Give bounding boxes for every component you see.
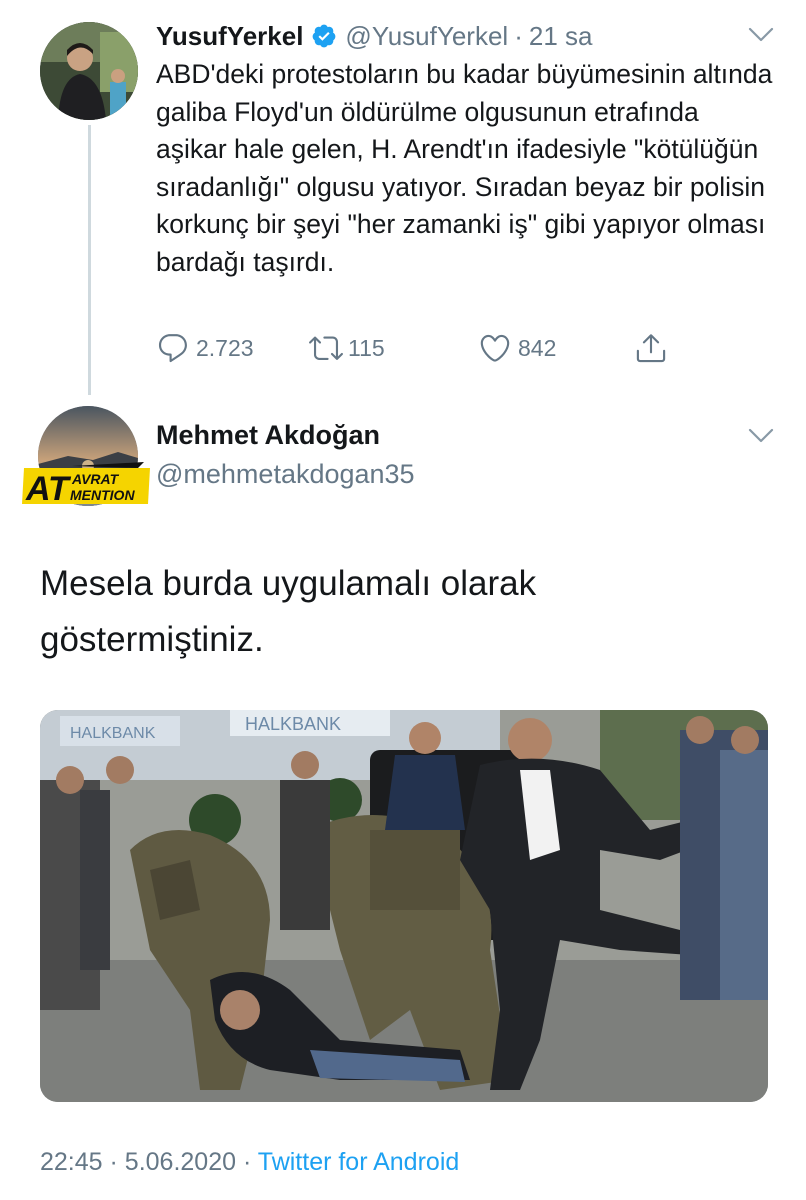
reply-author-handle[interactable]: @YusufYerkel <box>345 21 508 52</box>
svg-text:AT: AT <box>25 470 72 508</box>
separator-dot: · <box>109 1148 125 1176</box>
retweet-icon <box>309 336 343 360</box>
share-icon <box>636 334 666 363</box>
tweet-time[interactable]: 22:45 <box>40 1148 103 1176</box>
sign-halkbank-right: HALKBANK <box>245 714 341 734</box>
avatar-photo <box>40 22 138 120</box>
reply-author-name[interactable]: YusufYerkel <box>156 21 303 52</box>
separator-dot: · <box>242 1148 258 1176</box>
tweet-media-photo[interactable]: HALKBANK HALKBANK <box>40 710 768 1102</box>
street-scene-photo: HALKBANK HALKBANK <box>40 710 768 1102</box>
separator-dot: · <box>514 20 523 51</box>
tweet-date[interactable]: 5.06.2020 <box>125 1148 236 1176</box>
reply-icon <box>158 334 187 363</box>
thread-connector-line <box>88 125 91 395</box>
heart-icon <box>480 334 510 362</box>
svg-text:AVRAT: AVRAT <box>71 471 120 487</box>
reply-tweet-header: YusufYerkel @YusufYerkel · 21 sa <box>156 18 766 54</box>
reply-tweet-text: ABD'deki protestoların bu kadar büyümesi… <box>156 59 773 277</box>
verified-badge-icon <box>313 24 336 48</box>
reply-button[interactable]: 2.723 <box>156 330 254 366</box>
avatar-yusufyerkel[interactable] <box>40 22 138 120</box>
reply-action-bar: 2.723 115 842 <box>156 330 676 366</box>
chevron-down-icon[interactable] <box>748 27 774 43</box>
reply-time-ago[interactable]: 21 sa <box>529 21 593 52</box>
main-author-handle[interactable]: @mehmetakdogan35 <box>156 459 415 490</box>
chevron-down-icon[interactable] <box>748 428 774 444</box>
at-mention-logo: AT AVRAT MENTION <box>22 462 150 508</box>
tweet-timestamp-line: 22:45 · 5.06.2020 · Twitter for Android <box>40 1148 459 1177</box>
like-button[interactable]: 842 <box>478 330 556 366</box>
retweet-count: 115 <box>348 334 385 361</box>
reply-count: 2.723 <box>196 334 254 361</box>
main-author-name[interactable]: Mehmet Akdoğan <box>156 420 380 451</box>
like-count: 842 <box>518 334 557 361</box>
main-tweet-text: Mesela burda uygulamalı olarak göstermiş… <box>40 564 537 659</box>
share-button[interactable] <box>634 330 668 366</box>
retweet-button[interactable]: 115 <box>308 330 385 366</box>
tweet-source-link[interactable]: Twitter for Android <box>258 1148 459 1176</box>
svg-text:MENTION: MENTION <box>70 487 135 503</box>
sign-halkbank-left: HALKBANK <box>70 725 156 742</box>
